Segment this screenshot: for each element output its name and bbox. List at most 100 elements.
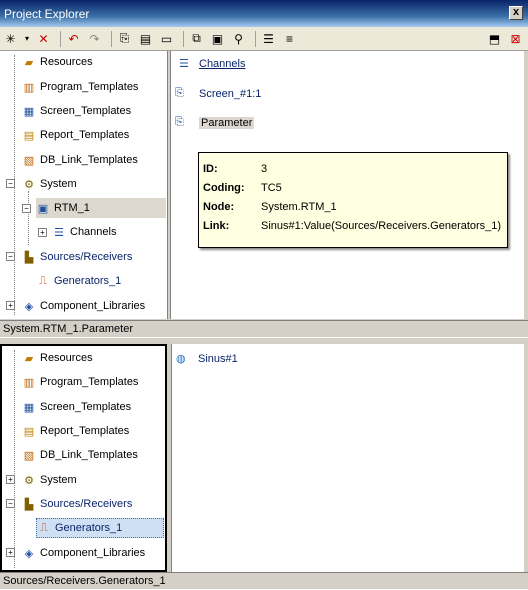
tree-line — [28, 191, 29, 245]
tree-item-label: Generators_1 — [55, 522, 123, 534]
tree-item-label: Report_Templates — [40, 129, 130, 141]
tree-icon[interactable]: ☰ — [260, 30, 277, 47]
tree-item-label: DB_Link_Templates — [40, 154, 138, 166]
component-libraries-icon: ◈ — [24, 300, 34, 313]
tree-item-system[interactable]: ⚙ System — [22, 174, 77, 194]
tree-item-label: Generators_1 — [54, 275, 122, 287]
generator-icon: ⎍ — [39, 274, 47, 287]
tree-item-db-link-templates[interactable]: ▧ DB_Link_Templates — [22, 445, 138, 465]
collapse-toggle[interactable]: − — [6, 179, 15, 188]
sources-receivers-icon: ▙ — [24, 498, 34, 511]
tree-item-report-templates[interactable]: ▤ Report_Templates — [22, 125, 129, 145]
toolbar-separator — [111, 30, 112, 47]
tree-item-channels[interactable]: ☰ Channels — [52, 222, 116, 242]
delete-icon[interactable]: ✕ — [35, 30, 52, 47]
expand-toggle[interactable]: + — [6, 301, 15, 310]
collapse-toggle[interactable]: − — [6, 499, 15, 508]
tooltip-value: System.RTM_1 — [261, 200, 337, 213]
close-pane-icon[interactable]: ⊠ — [507, 30, 524, 47]
tree-item-label: Sources/Receivers — [40, 251, 133, 263]
tree-item-resources[interactable]: ▰ Resources — [22, 348, 93, 368]
detail-item-label: Channels — [199, 57, 246, 70]
tree-item-label: Component_Libraries — [40, 300, 146, 312]
tree-line — [14, 350, 15, 568]
cut-icon[interactable]: ⧉ — [188, 30, 205, 47]
copy-icon[interactable]: ⎘ — [116, 30, 133, 47]
save-icon[interactable]: ▣ — [209, 30, 226, 47]
detail-item-screen[interactable]: ⎘ Screen_#1:1 — [175, 87, 261, 100]
tree-item-label: RTM_1 — [54, 202, 90, 214]
resources-icon: ▰ — [24, 56, 34, 69]
tooltip-key: Node: — [203, 200, 235, 213]
search-icon[interactable]: ⚲ — [230, 30, 247, 47]
tree-item-screen-templates[interactable]: ▦ Screen_Templates — [22, 397, 131, 417]
tree-item-component-libraries[interactable]: ◈ Component_Libraries — [22, 296, 145, 316]
tooltip-key: Coding: — [203, 181, 245, 194]
detail-item-label: Screen_#1:1 — [199, 87, 262, 100]
tree-item-generators-1[interactable]: ⎍ Generators_1 — [36, 518, 164, 538]
system-icon: ⚙ — [24, 474, 34, 487]
detail-item-channels[interactable]: ☰ Channels — [179, 57, 246, 71]
collapse-toggle[interactable]: − — [22, 204, 31, 213]
tree-item-sources-receivers[interactable]: ▙ Sources/Receivers — [22, 494, 133, 514]
rtm-icon: ▣ — [37, 202, 49, 215]
dropdown-arrow-icon[interactable]: ▾ — [23, 30, 31, 47]
expand-toggle[interactable]: + — [6, 475, 15, 484]
tree-item-generators-1[interactable]: ⎍ Generators_1 — [36, 271, 121, 291]
properties-icon[interactable]: ▭ — [158, 30, 175, 47]
screen-templates-icon: ▦ — [23, 401, 35, 414]
new-icon[interactable]: ✳ — [2, 30, 19, 47]
window-title: Project Explorer — [4, 6, 90, 21]
title-bar: Project Explorer x — [0, 0, 528, 27]
parameter-tooltip: ID: 3 Coding: TC5 Node: System.RTM_1 Lin… — [198, 152, 508, 248]
dock-icon[interactable]: ⬒ — [486, 30, 503, 47]
program-templates-icon: ▥ — [23, 376, 35, 389]
tree-item-label: Resources — [40, 352, 93, 364]
list-icon[interactable]: ≡ — [281, 30, 298, 47]
tooltip-value: 3 — [261, 162, 268, 175]
sinus-icon: ◍ — [176, 353, 186, 365]
tree-item-label: DB_Link_Templates — [40, 449, 138, 461]
detail-item-parameter[interactable]: ⎘ Parameter — [175, 116, 255, 129]
tree-item-label: Screen_Templates — [40, 401, 132, 413]
tree-item-resources[interactable]: ▰ Resources — [22, 52, 93, 72]
screen-templates-icon: ▦ — [23, 105, 35, 118]
tree-item-label: Screen_Templates — [40, 105, 132, 117]
status-bar-top: System.RTM_1.Parameter — [0, 320, 528, 338]
tree-item-label: Sources/Receivers — [40, 498, 133, 510]
tree-item-program-templates[interactable]: ▥ Program_Templates — [22, 77, 139, 97]
generator-icon: ⎍ — [40, 521, 48, 534]
tree-item-screen-templates[interactable]: ▦ Screen_Templates — [22, 101, 131, 121]
sources-receivers-icon: ▙ — [24, 251, 34, 264]
tree-item-label: System — [40, 474, 77, 486]
collapse-toggle[interactable]: − — [6, 252, 15, 261]
tree-item-sources-receivers[interactable]: ▙ Sources/Receivers — [22, 247, 133, 267]
screen-parameter-icon: ⎘ — [175, 87, 184, 99]
expand-toggle[interactable]: + — [6, 548, 15, 557]
toolbar: ✳ ▾ ✕ ↶ ↷ ⎘ ▤ ▭ ⧉ ▣ ⚲ ☰ ≡ ⬒ ⊠ — [0, 27, 528, 51]
window-close-button[interactable]: x — [509, 6, 523, 20]
report-templates-icon: ▤ — [23, 129, 35, 142]
tree-item-program-templates[interactable]: ▥ Program_Templates — [22, 372, 139, 392]
tree-item-system[interactable]: ⚙ System — [22, 470, 77, 490]
tree-item-label: Resources — [40, 56, 93, 68]
component-libraries-icon: ◈ — [24, 547, 34, 560]
project-tree-top: ▰ Resources ▥ Program_Templates ▦ Screen… — [0, 51, 168, 319]
tooltip-row-link: Link: Sinus#1:Value(Sources/Receivers.Ge… — [203, 216, 503, 235]
detail-item-label: Sinus#1 — [198, 352, 238, 365]
tree-item-label: Report_Templates — [40, 425, 130, 437]
tree-item-db-link-templates[interactable]: ▧ DB_Link_Templates — [22, 150, 138, 170]
tree-item-component-libraries[interactable]: ◈ Component_Libraries — [22, 543, 145, 563]
tree-item-rtm-1[interactable]: ▣ RTM_1 — [36, 198, 166, 218]
redo-icon[interactable]: ↷ — [86, 30, 103, 47]
tree-item-label: Program_Templates — [40, 376, 139, 388]
tooltip-row-coding: Coding: TC5 — [203, 178, 503, 197]
tree-item-label: System — [40, 178, 77, 190]
undo-icon[interactable]: ↶ — [65, 30, 82, 47]
tooltip-key: Link: — [203, 219, 230, 232]
expand-toggle[interactable]: + — [38, 228, 47, 237]
detail-item-sinus-1[interactable]: ◍ Sinus#1 — [176, 352, 238, 366]
tree-item-label: Channels — [70, 226, 117, 238]
paste-icon[interactable]: ▤ — [137, 30, 154, 47]
tree-item-report-templates[interactable]: ▤ Report_Templates — [22, 421, 129, 441]
